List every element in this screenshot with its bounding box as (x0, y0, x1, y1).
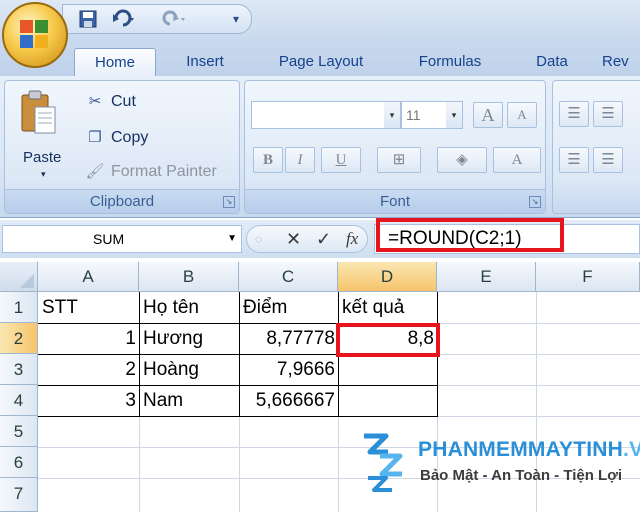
title-bar: ▾ (0, 0, 640, 40)
redo-icon[interactable] (161, 9, 189, 31)
grip-icon: ◌ (255, 232, 263, 246)
save-icon[interactable] (77, 9, 99, 31)
font-size-value: 11 (406, 107, 421, 123)
logo-icon (356, 430, 412, 494)
tab-data[interactable]: Data (522, 48, 582, 76)
cell-d1[interactable]: kết quả (339, 293, 437, 323)
enter-icon[interactable]: ✓ (316, 226, 331, 252)
row-header-7[interactable]: 7 (0, 478, 38, 512)
cell-b3[interactable]: Hoàng (140, 355, 239, 385)
watermark: PHANMEMMAYTINH.VN Bảo Mật - An Toàn - Ti… (356, 430, 640, 512)
column-header-c[interactable]: C (239, 262, 338, 292)
cell-a4[interactable]: 3 (39, 386, 139, 416)
tab-home[interactable]: Home (74, 48, 156, 76)
cell-a2[interactable]: 1 (39, 324, 139, 354)
column-header-e[interactable]: E (437, 262, 536, 292)
row-header-1[interactable]: 1 (0, 292, 38, 323)
clipboard-group: Paste ▾ ✂ Cut ❐ Copy 🖌 Format Painter Clipb… (4, 80, 240, 214)
tab-formulas[interactable]: Formulas (400, 48, 500, 76)
cell-c1[interactable]: Điểm (240, 293, 338, 323)
formula-highlight-box (376, 218, 564, 252)
active-cell-highlight (336, 323, 440, 357)
grow-font-button[interactable]: A (473, 102, 503, 128)
cancel-icon[interactable]: ✕ (286, 226, 301, 252)
paint-bucket-icon: ◈ (456, 151, 468, 168)
chevron-down-icon[interactable]: ▾ (384, 102, 400, 128)
chevron-down-icon[interactable]: ▼ (227, 226, 237, 252)
name-box[interactable]: SUM ▼ (2, 225, 242, 253)
cut-label: Cut (111, 93, 136, 110)
bold-button[interactable]: B (253, 147, 283, 173)
cell-b2[interactable]: Hương (140, 324, 239, 354)
copy-label: Copy (111, 129, 149, 146)
cell-b4[interactable]: Nam (140, 386, 239, 416)
italic-button[interactable]: I (285, 147, 315, 173)
column-header-a[interactable]: A (38, 262, 139, 292)
brush-icon: 🖌 (85, 163, 105, 180)
cut-button[interactable]: ✂ Cut (83, 89, 136, 115)
insert-function-icon[interactable]: fx (346, 226, 358, 252)
copy-icon: ❐ (88, 129, 102, 146)
underline-button[interactable]: U (321, 147, 361, 173)
align-center-icon[interactable]: ☰ (593, 147, 623, 173)
select-all-button[interactable] (0, 262, 38, 292)
fill-color-button[interactable]: ◈ (437, 147, 487, 173)
paste-icon[interactable] (19, 89, 59, 135)
ribbon-tabs: Home Insert Page Layout Formulas Data Re… (0, 40, 640, 76)
cell-b1[interactable]: Họ tên (140, 293, 239, 323)
format-painter-label: Format Painter (111, 163, 217, 180)
paste-button[interactable]: Paste (23, 149, 61, 166)
watermark-title: PHANMEMMAYTINH.VN (418, 438, 640, 462)
cell-a1[interactable]: STT (39, 293, 139, 323)
shrink-font-button[interactable]: A (507, 102, 537, 128)
tab-page-layout[interactable]: Page Layout (262, 48, 380, 76)
watermark-subtitle: Bảo Mật - An Toàn - Tiện Lợi (420, 467, 623, 484)
row-header-5[interactable]: 5 (0, 416, 38, 447)
quick-access-toolbar (62, 4, 252, 34)
name-box-value: SUM (93, 231, 125, 247)
font-launcher-icon[interactable]: ↘ (529, 196, 541, 208)
watermark-title-ext: .VN (623, 438, 640, 461)
font-color-button[interactable]: A (493, 147, 541, 173)
watermark-title-main: PHANMEMMAYTINH (418, 438, 624, 461)
align-middle-icon[interactable]: ☰ (593, 101, 623, 127)
customize-qat-icon[interactable]: ▾ (228, 8, 244, 30)
clipboard-launcher-icon[interactable]: ↘ (223, 196, 235, 208)
font-size-combo[interactable]: 11 ▾ (401, 101, 463, 129)
ribbon: Paste ▾ ✂ Cut ❐ Copy 🖌 Format Painter Clipb… (0, 76, 640, 218)
borders-icon: ⊞ (392, 151, 406, 168)
borders-button[interactable]: ⊞ (377, 147, 421, 173)
row-header-3[interactable]: 3 (0, 354, 38, 385)
table-border (38, 416, 438, 417)
align-left-icon[interactable]: ☰ (559, 147, 589, 173)
cell-c3[interactable]: 7,9666 (240, 355, 338, 385)
scissors-icon: ✂ (88, 93, 102, 110)
undo-icon[interactable] (111, 9, 139, 31)
cell-a3[interactable]: 2 (39, 355, 139, 385)
column-header-d[interactable]: D (338, 262, 437, 292)
cell-c4[interactable]: 5,666667 (240, 386, 338, 416)
font-group-label: Font (245, 189, 545, 213)
row-header-2[interactable]: 2 (0, 323, 38, 354)
font-group: ▾ 11 ▾ A A B I U ⊞ ◈ A Font ↘ (244, 80, 546, 214)
column-header-f[interactable]: F (536, 262, 640, 292)
row-header-4[interactable]: 4 (0, 385, 38, 416)
copy-button[interactable]: ❐ Copy (83, 125, 148, 151)
office-logo-icon (20, 20, 50, 50)
clipboard-group-label: Clipboard (5, 189, 239, 213)
paste-dropdown-icon[interactable]: ▾ (41, 169, 46, 180)
tab-insert[interactable]: Insert (170, 48, 240, 76)
office-button[interactable] (2, 2, 68, 68)
column-header-b[interactable]: B (139, 262, 239, 292)
row-header-6[interactable]: 6 (0, 447, 38, 478)
font-name-combo[interactable]: ▾ (251, 101, 401, 129)
chevron-down-icon[interactable]: ▾ (446, 102, 462, 128)
format-painter-button[interactable]: 🖌 Format Painter (83, 159, 217, 185)
alignment-group: ☰ ☰ ☰ ☰ (552, 80, 640, 214)
align-top-icon[interactable]: ☰ (559, 101, 589, 127)
cell-c2[interactable]: 8,77778 (240, 324, 338, 354)
tab-review[interactable]: Rev (602, 48, 640, 76)
